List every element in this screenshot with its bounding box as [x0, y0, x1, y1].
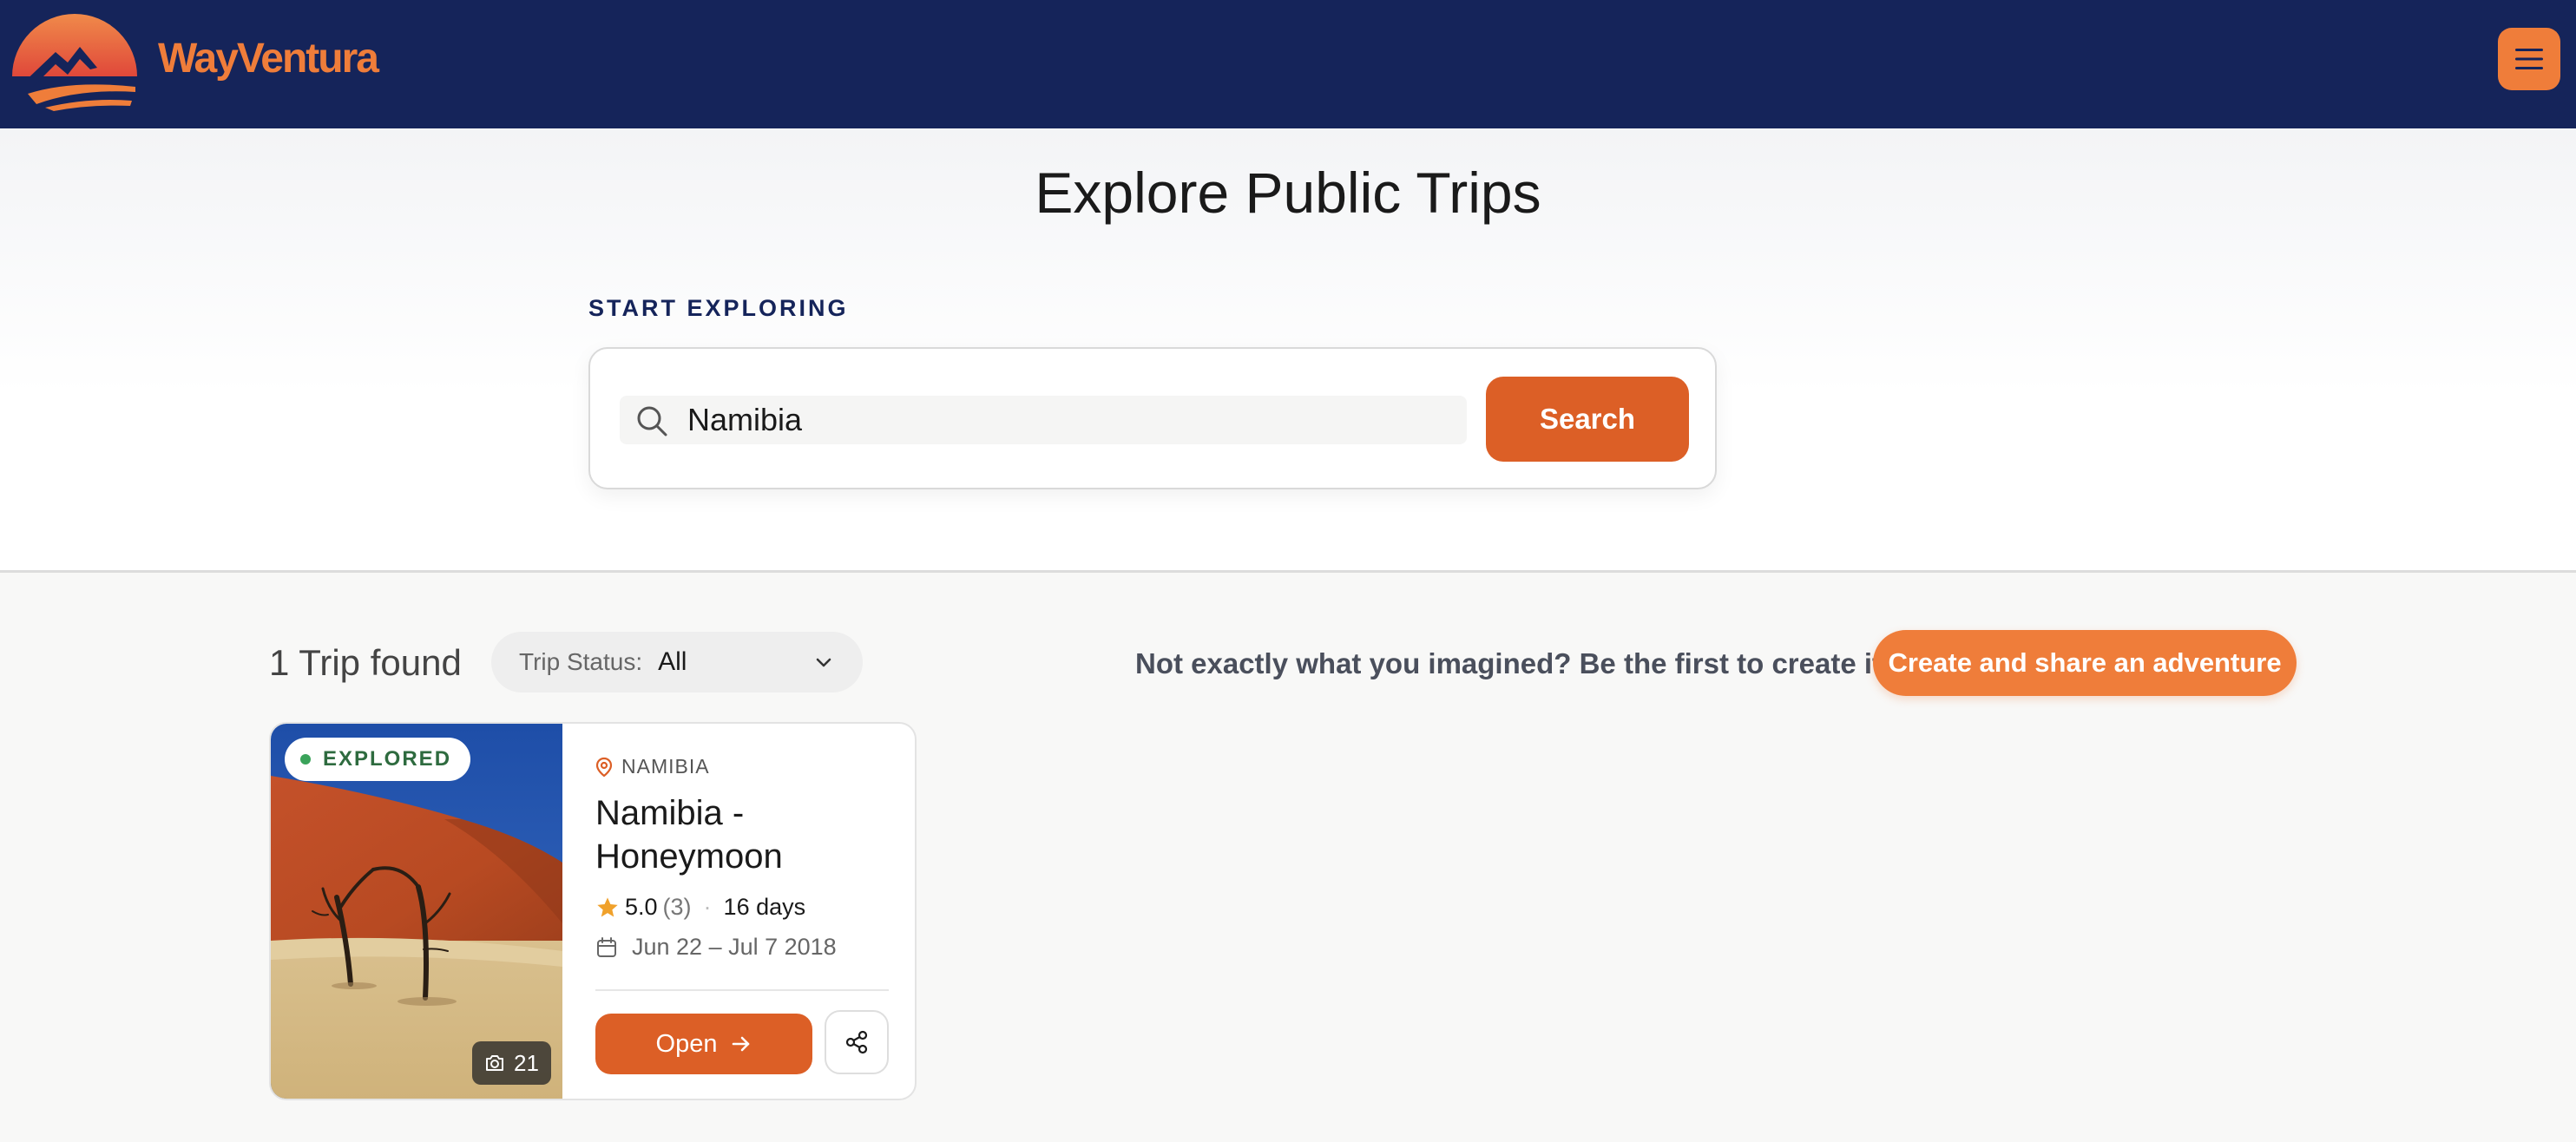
trip-card[interactable]: EXPLORED 21 NAMIBIA Namibia - Honeymoon … — [269, 722, 917, 1100]
arrow-right-icon — [733, 1036, 750, 1052]
chevron-down-icon — [816, 658, 831, 667]
search-icon — [637, 406, 667, 436]
open-trip-button[interactable]: Open — [595, 1014, 812, 1074]
trip-location: NAMIBIA — [595, 755, 710, 778]
calendar-icon — [597, 936, 616, 957]
trip-status-dropdown[interactable]: Trip Status: All — [491, 632, 863, 692]
location-pin-icon — [595, 757, 613, 777]
trip-title[interactable]: Namibia - Honeymoon — [595, 791, 890, 878]
hero-section: Explore Public Trips START EXPLORING Sea… — [0, 128, 2576, 573]
trip-details: NAMIBIA Namibia - Honeymoon 5.0 (3) · 16… — [562, 724, 915, 1099]
trip-photo[interactable]: EXPLORED 21 — [271, 724, 562, 1099]
rating-count: (3) — [662, 894, 692, 920]
status-filter-label: Trip Status: — [519, 648, 643, 675]
section-label: START EXPLORING — [588, 295, 849, 321]
page-title: Explore Public Trips — [1035, 161, 1541, 225]
search-card: Search — [588, 347, 1717, 489]
search-field[interactable] — [620, 396, 1467, 444]
meta-separator: · — [703, 894, 712, 920]
create-adventure-button[interactable]: Create and share an adventure — [1873, 630, 2297, 696]
top-navbar: WayVentura — [0, 0, 2576, 128]
search-button[interactable]: Search — [1486, 377, 1689, 462]
sunset-mountain-logo-icon[interactable] — [10, 7, 139, 111]
camera-icon — [486, 1055, 503, 1071]
status-filter-value: All — [658, 647, 687, 676]
photo-count: 21 — [514, 1049, 539, 1076]
star-icon — [597, 896, 618, 916]
card-divider — [595, 989, 889, 991]
menu-button[interactable] — [2498, 28, 2560, 90]
search-input[interactable] — [687, 401, 1451, 439]
trip-dates: Jun 22 – Jul 7 2018 — [595, 934, 837, 961]
trip-country: NAMIBIA — [621, 755, 710, 778]
brand-name[interactable]: WayVentura — [158, 35, 379, 82]
share-icon — [845, 1030, 868, 1054]
open-button-label: Open — [655, 1029, 718, 1058]
results-count: 1 Trip found — [269, 642, 462, 683]
explored-badge: EXPLORED — [285, 738, 471, 781]
trip-meta: 5.0 (3) · 16 days — [595, 894, 805, 921]
trip-rating: 5.0 — [625, 894, 658, 920]
share-button[interactable] — [825, 1010, 889, 1074]
cta-text: Not exactly what you imagined? Be the fi… — [1135, 647, 1892, 679]
explored-badge-label: EXPLORED — [323, 747, 452, 771]
status-dot-icon — [300, 754, 311, 765]
photo-count-badge[interactable]: 21 — [472, 1041, 551, 1085]
trip-date-range: Jun 22 – Jul 7 2018 — [632, 934, 837, 960]
hamburger-menu-icon — [2515, 49, 2543, 69]
trip-duration: 16 days — [723, 894, 806, 920]
